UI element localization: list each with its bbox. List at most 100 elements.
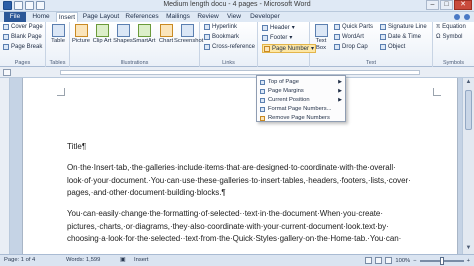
group-header-footer: Header ▾ Footer ▾ Page Number ▾ <box>258 22 317 67</box>
group-label-symbols: Symbols <box>442 60 465 66</box>
help-icon[interactable] <box>464 14 470 20</box>
page-number-button[interactable]: Page Number ▾ <box>262 44 317 53</box>
tab-mailings[interactable]: Mailings <box>164 12 192 22</box>
equation-button[interactable]: π Equation <box>436 24 466 30</box>
margin-corner-mark <box>57 88 65 96</box>
zoom-level[interactable]: 100% <box>395 258 410 264</box>
chart-button[interactable]: Chart <box>156 24 176 45</box>
ribbon-insert: Cover Page Blank Page Page Break Pages T… <box>0 22 474 67</box>
ribbon-collapse-icon[interactable] <box>454 14 460 20</box>
quick-parts-button[interactable]: Quick Parts <box>334 24 373 30</box>
wordart-button[interactable]: WordArt <box>334 34 364 40</box>
page-number-menu: Top of Page ▶ Page Margins ▶ Current Posit… <box>256 75 346 122</box>
shapes-button[interactable]: Shapes <box>113 24 133 45</box>
text-box-button[interactable]: Text Box <box>311 24 331 51</box>
tab-references[interactable]: References <box>124 12 160 22</box>
object-button[interactable]: Object <box>380 44 405 50</box>
tab-file[interactable]: File <box>4 12 26 22</box>
tab-page-layout[interactable]: Page Layout <box>82 12 120 22</box>
text-line: pages,·and·other·document·building·block… <box>67 188 226 197</box>
picture-icon <box>74 24 88 37</box>
date-time-button[interactable]: Date & Time <box>380 34 421 40</box>
paragraph-2[interactable]: You·can·easily·change·the·formatting·of·… <box>67 208 441 246</box>
zoom-slider-knob[interactable] <box>439 256 444 265</box>
drop-cap-button[interactable]: Drop Cap <box>334 44 368 50</box>
zoom-slider[interactable] <box>419 256 464 265</box>
scroll-thumb[interactable] <box>465 90 472 130</box>
tab-developer[interactable]: Developer <box>248 12 282 22</box>
current-position-icon <box>260 97 265 103</box>
document-title[interactable]: Title¶ <box>67 142 86 151</box>
vertical-ruler[interactable] <box>0 78 10 254</box>
zoom-controls: 100% − + <box>365 256 470 265</box>
remove-page-numbers-icon <box>260 115 265 121</box>
smartart-button[interactable]: SmartArt <box>132 24 156 45</box>
insert-mode[interactable]: Insert <box>134 257 149 263</box>
screenshot-icon <box>180 24 194 37</box>
table-button[interactable]: Table <box>48 24 68 45</box>
title-bar: Medium length docu - 4 pages - Microsoft… <box>0 0 474 12</box>
proofing-icon[interactable]: ▣ <box>120 257 125 263</box>
shapes-icon <box>116 24 130 37</box>
group-label-pages: Pages <box>14 60 31 66</box>
cover-page-button[interactable]: Cover Page <box>3 24 43 30</box>
text-line: pictures,·charts,·or·diagrams,·they·also… <box>67 221 389 231</box>
zoom-out-icon[interactable]: − <box>413 258 416 264</box>
footer-icon <box>262 34 268 41</box>
maximize-button[interactable]: □ <box>440 0 453 10</box>
scroll-up-icon[interactable]: ▲ <box>464 79 473 87</box>
tab-selector[interactable] <box>3 69 11 76</box>
wordart-icon <box>334 34 340 40</box>
page-break-button[interactable]: Page Break <box>3 44 42 50</box>
format-page-numbers-icon <box>260 106 265 112</box>
horizontal-ruler[interactable] <box>0 67 474 78</box>
tab-insert[interactable]: Insert <box>56 12 78 22</box>
hyperlink-icon <box>204 24 210 30</box>
group-text: Text Box Quick Parts WordArt Drop Cap Si… <box>310 22 433 67</box>
group-label-text: Text <box>365 60 377 66</box>
group-links: Hyperlink Bookmark Cross-reference Links <box>200 22 258 67</box>
group-label-links: Links <box>222 60 235 66</box>
clip-art-icon <box>95 24 109 37</box>
top-of-page-icon <box>260 79 265 85</box>
tab-home[interactable]: Home <box>30 12 52 22</box>
signature-line-button[interactable]: Signature Line <box>380 24 427 30</box>
chevron-down-icon: ▾ <box>289 35 293 41</box>
omega-icon: Ω <box>436 34 441 40</box>
menu-item-remove-page-numbers[interactable]: Remove Page Numbers <box>260 113 344 123</box>
paragraph-1[interactable]: On·the·Insert·tab,·the·galleries·include… <box>67 162 441 200</box>
cross-reference-button[interactable]: Cross-reference <box>204 44 255 50</box>
hyperlink-button[interactable]: Hyperlink <box>204 24 237 30</box>
picture-button[interactable]: Picture <box>71 24 91 45</box>
signature-line-icon <box>380 24 386 30</box>
bookmark-button[interactable]: Bookmark <box>204 34 239 40</box>
pi-icon: π <box>436 24 441 30</box>
minimize-button[interactable]: – <box>426 0 439 10</box>
ruler-bar[interactable] <box>60 70 420 75</box>
object-icon <box>380 44 386 50</box>
group-label-tables: Tables <box>49 60 66 66</box>
blank-page-button[interactable]: Blank Page <box>3 34 42 40</box>
text-line: choosing·a·look·for·the·selected··text·f… <box>67 234 402 243</box>
scroll-down-icon[interactable]: ▼ <box>464 245 473 253</box>
screenshot-button[interactable]: Screenshot <box>174 24 203 45</box>
page-count[interactable]: Page: 1 of 4 <box>4 257 35 263</box>
close-button[interactable]: ✕ <box>454 0 472 10</box>
footer-button[interactable]: Footer ▾ <box>262 34 292 41</box>
header-button[interactable]: Header ▾ <box>262 24 295 31</box>
print-layout-icon[interactable] <box>365 257 373 264</box>
full-screen-icon[interactable] <box>375 257 383 264</box>
word-count[interactable]: Words: 1,599 <box>66 257 100 263</box>
tab-view[interactable]: View <box>224 12 244 22</box>
clip-art-button[interactable]: Clip Art <box>92 24 112 45</box>
zoom-in-icon[interactable]: + <box>467 258 470 264</box>
vertical-scrollbar[interactable]: ▲ ▼ <box>462 78 474 254</box>
web-layout-icon[interactable] <box>385 257 393 264</box>
document-page[interactable]: Title¶ On·the·Insert·tab,·the·galleries·… <box>22 78 458 254</box>
symbol-button[interactable]: Ω Symbol <box>436 34 463 40</box>
cover-page-icon <box>3 24 9 30</box>
group-symbols: π Equation Ω Symbol Symbols <box>433 22 474 67</box>
page-margins-icon <box>260 88 265 94</box>
tab-review[interactable]: Review <box>196 12 220 22</box>
status-bar: Page: 1 of 4 Words: 1,599 ▣ Insert 100% … <box>0 254 474 266</box>
